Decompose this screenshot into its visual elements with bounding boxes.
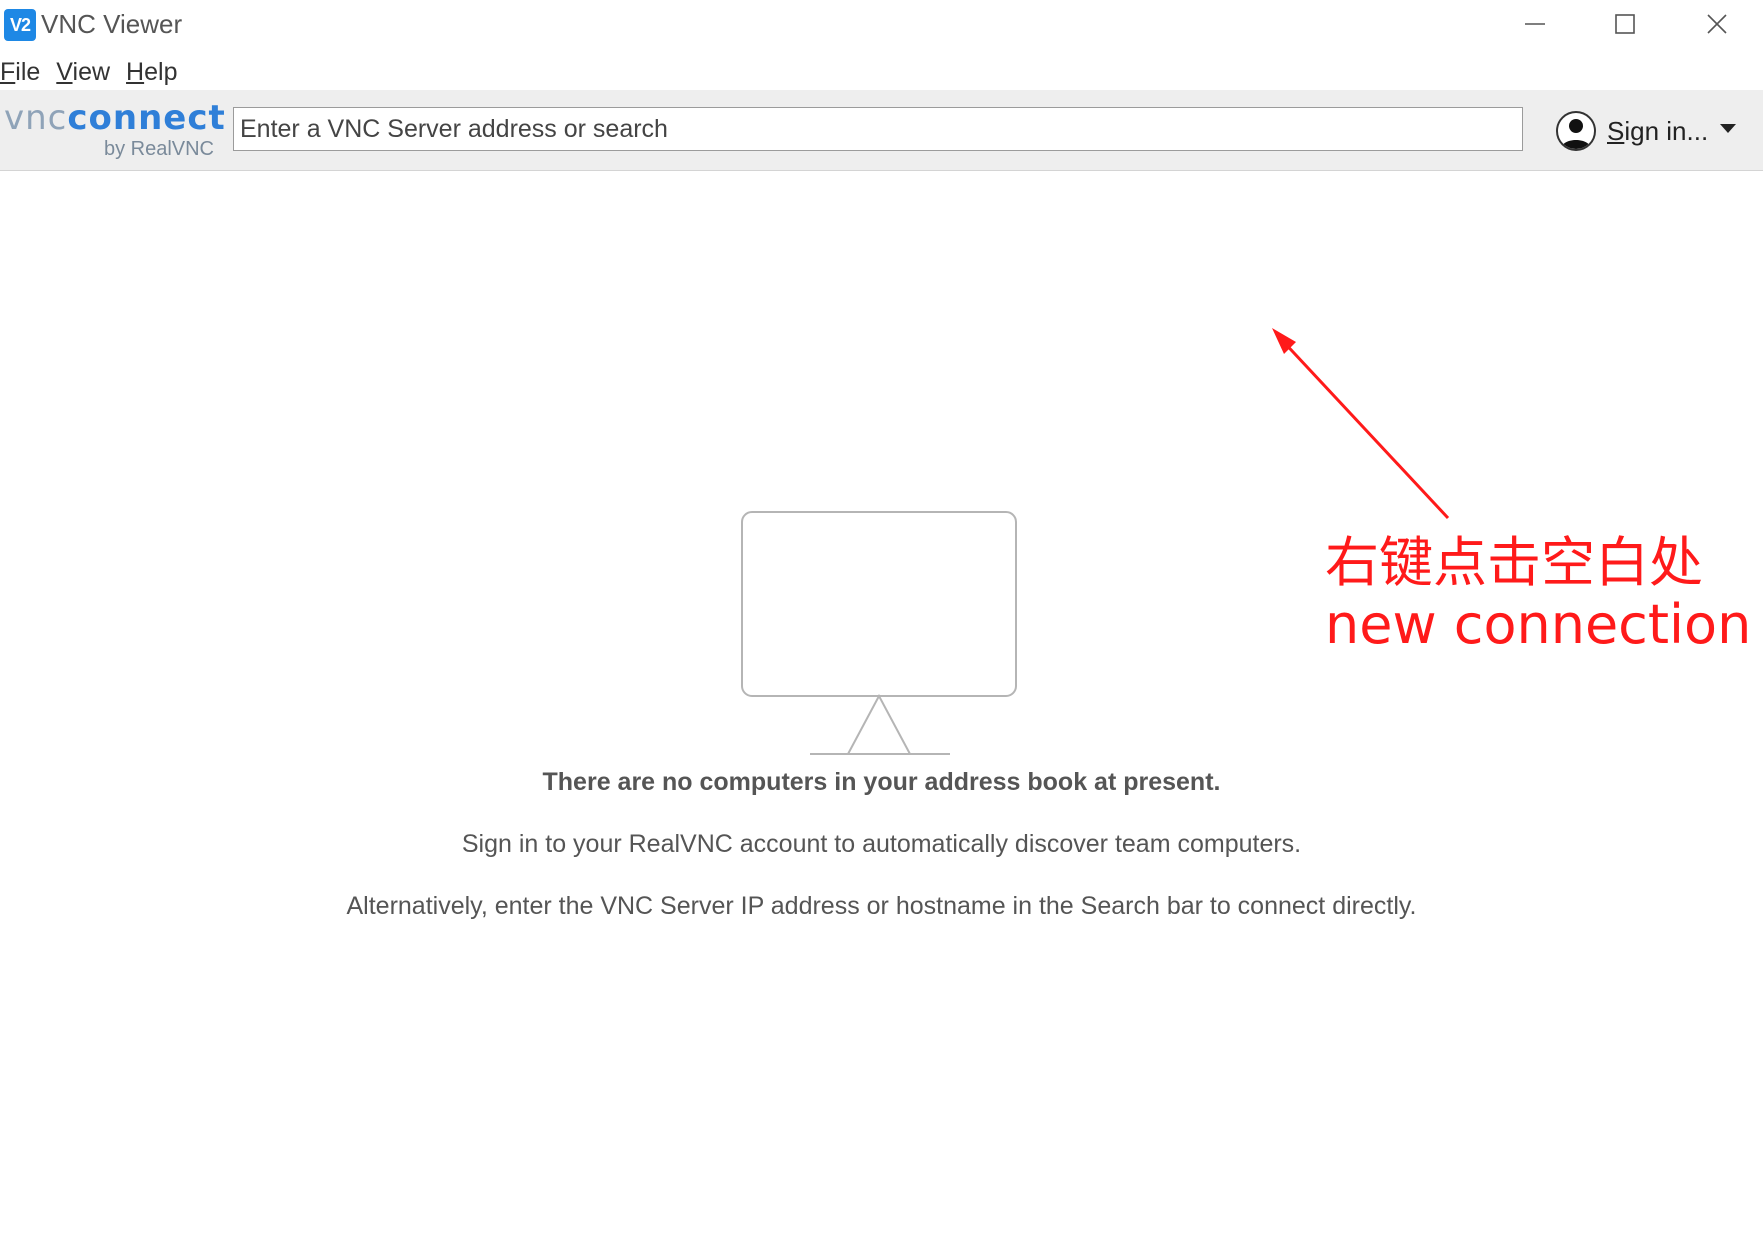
empty-state-heading: There are no computers in your address b… (542, 768, 1221, 796)
annotation-text: 右键点击空白处 new connection (1325, 532, 1751, 656)
maximize-button[interactable] (1580, 0, 1670, 48)
title-bar: V2 VNC Viewer (0, 0, 1763, 48)
sign-in-button[interactable]: Sign in... (1556, 110, 1708, 152)
menu-help[interactable]: Help (126, 54, 179, 90)
minimize-icon (1525, 23, 1545, 25)
sign-in-label: Sign in... (1607, 116, 1708, 147)
logo-wordmark: vncconnect (4, 98, 226, 138)
person-icon (1561, 119, 1591, 149)
vnc-app-icon: V2 (4, 9, 36, 41)
menu-file[interactable]: File (0, 54, 42, 90)
menu-help-label: elp (144, 58, 178, 86)
window-title: VNC Viewer (41, 9, 183, 39)
search-input[interactable] (233, 107, 1523, 151)
monitor-icon (741, 511, 1017, 755)
close-icon (1707, 14, 1727, 34)
annotation-arrow-icon (1272, 328, 1450, 520)
menu-view-accel: V (56, 58, 73, 86)
sign-in-accel: S (1607, 115, 1625, 146)
logo-byline: by RealVNC (103, 138, 214, 160)
menu-help-accel: H (126, 58, 145, 86)
chevron-down-icon[interactable] (1720, 124, 1736, 133)
vnc-connect-logo: vncconnect by RealVNC (2, 98, 225, 164)
menu-file-accel: F (0, 58, 16, 86)
menu-bar: File View Help (0, 54, 179, 90)
sign-in-text: ign in... (1624, 115, 1709, 146)
menu-file-label: ile (15, 58, 41, 86)
vnc-viewer-window: V2 VNC Viewer File View Help vncconnect (0, 0, 1763, 1247)
empty-state-signin-hint: Sign in to your RealVNC account to autom… (461, 830, 1302, 858)
user-avatar-icon (1556, 111, 1596, 151)
minimize-button[interactable] (1490, 0, 1580, 48)
annotation-line-chinese: 右键点击空白处 (1325, 531, 1703, 594)
close-button[interactable] (1672, 0, 1762, 48)
menu-view-label: iew (72, 58, 111, 86)
toolbar: vncconnect by RealVNC Sign in... (0, 90, 1763, 171)
maximize-icon (1615, 14, 1635, 34)
empty-state-search-hint: Alternatively, enter the VNC Server IP a… (346, 892, 1417, 920)
logo-vnc-text: vnc (4, 98, 68, 138)
annotation-line-english: new connection (1325, 593, 1752, 656)
menu-view[interactable]: View (56, 54, 112, 90)
logo-connect-text: connect (67, 98, 226, 138)
